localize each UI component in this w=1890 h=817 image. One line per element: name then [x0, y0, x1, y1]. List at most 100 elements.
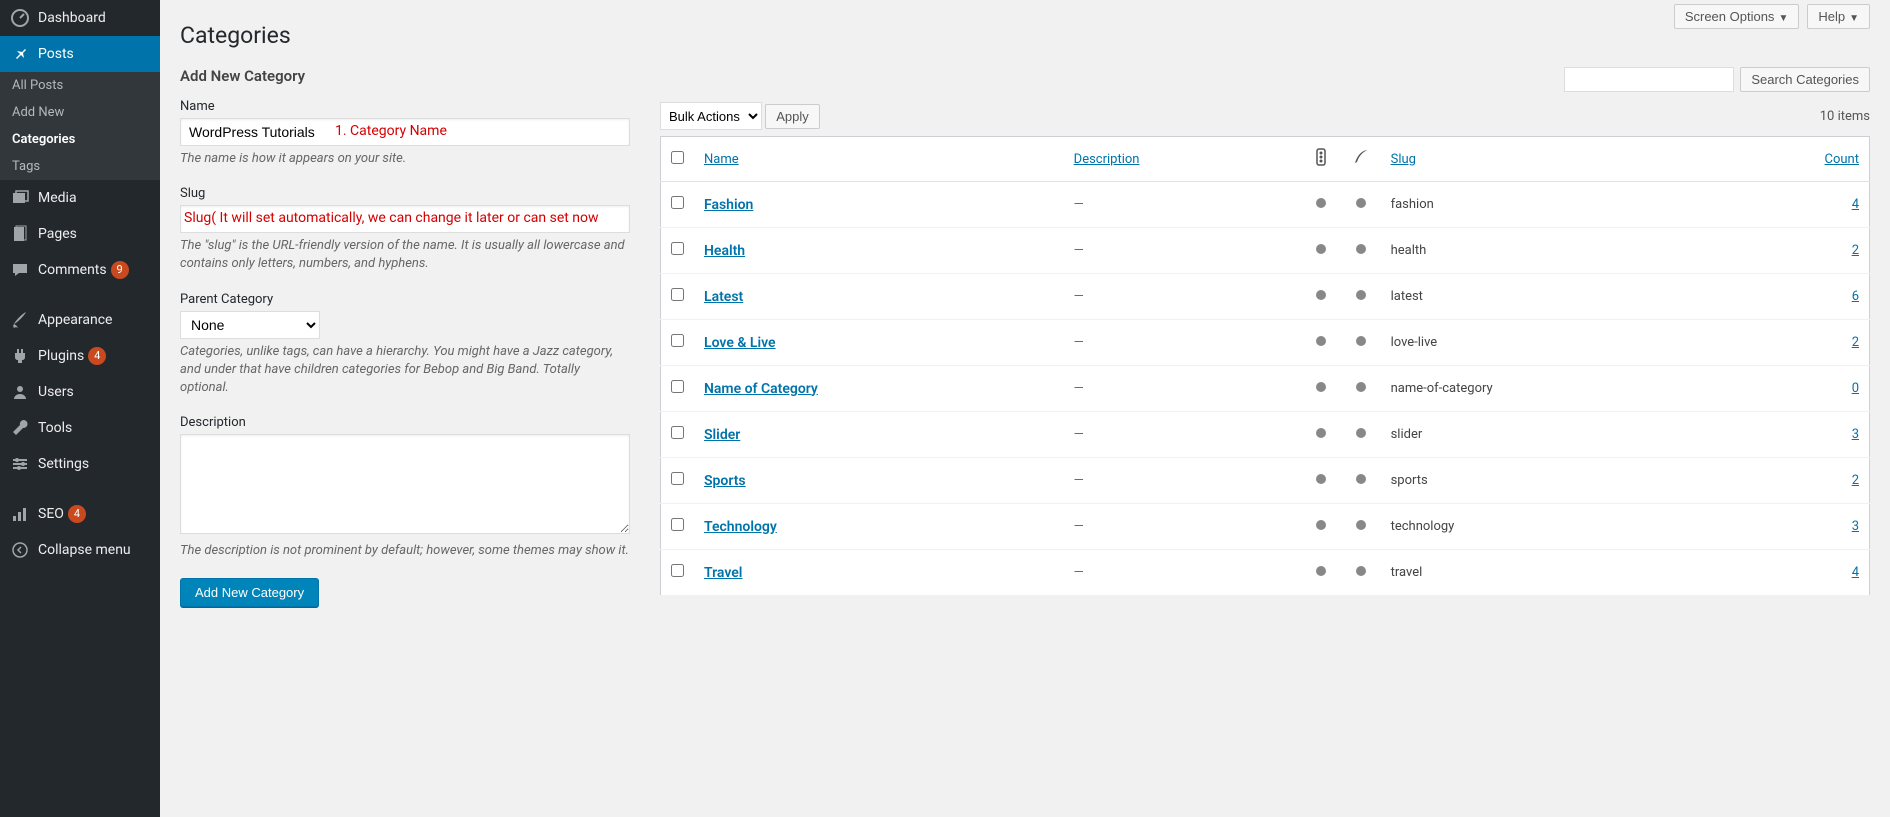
sidebar-label: Comments — [38, 262, 107, 278]
status-dot — [1356, 198, 1366, 208]
parent-select[interactable]: None — [180, 311, 320, 339]
sidebar-label: Tools — [38, 420, 72, 436]
category-slug: name-of-category — [1381, 366, 1718, 412]
sidebar-label: Users — [38, 384, 74, 400]
sidebar-sub-tags[interactable]: Tags — [0, 153, 160, 180]
category-slug: technology — [1381, 504, 1718, 550]
status-dot — [1356, 428, 1366, 438]
chevron-down-icon: ▼ — [1778, 13, 1788, 24]
brush-icon — [10, 310, 30, 330]
category-count-link[interactable]: 6 — [1852, 289, 1859, 304]
sidebar-item-appearance[interactable]: Appearance — [0, 302, 160, 338]
sidebar-sub-categories[interactable]: Categories — [0, 126, 160, 153]
category-slug: love-live — [1381, 320, 1718, 366]
category-count-link[interactable]: 4 — [1852, 197, 1859, 212]
slug-input[interactable] — [180, 205, 630, 233]
category-slug: latest — [1381, 274, 1718, 320]
table-row: Name of Category — name-of-category 0 — [661, 366, 1870, 412]
category-name-link[interactable]: Health — [704, 243, 745, 259]
row-checkbox[interactable] — [671, 334, 684, 347]
status-dot — [1316, 382, 1326, 392]
status-dot — [1356, 244, 1366, 254]
status-dot — [1356, 382, 1366, 392]
sidebar-item-comments[interactable]: Comments 9 — [0, 252, 160, 288]
category-count-link[interactable]: 0 — [1852, 381, 1859, 396]
category-count-link[interactable]: 3 — [1852, 519, 1859, 534]
row-checkbox[interactable] — [671, 564, 684, 577]
status-dot — [1316, 520, 1326, 530]
sidebar-item-collapse[interactable]: Collapse menu — [0, 532, 160, 568]
category-name-link[interactable]: Travel — [704, 565, 742, 581]
select-all-checkbox[interactable] — [671, 151, 684, 164]
status-dot — [1316, 290, 1326, 300]
sidebar-item-pages[interactable]: Pages — [0, 216, 160, 252]
category-name-link[interactable]: Love & Live — [704, 335, 776, 351]
col-count[interactable]: Count — [1825, 152, 1859, 167]
slug-description: The "slug" is the URL-friendly version o… — [180, 237, 630, 273]
categories-table: Name Description Slug Count Fashion — fash… — [660, 136, 1870, 596]
sidebar-item-settings[interactable]: Settings — [0, 446, 160, 482]
status-dot — [1316, 244, 1326, 254]
table-row: Latest — latest 6 — [661, 274, 1870, 320]
items-count: 10 items — [1820, 109, 1870, 124]
category-name-link[interactable]: Technology — [704, 519, 777, 535]
search-input[interactable] — [1564, 67, 1734, 92]
sidebar-item-media[interactable]: Media — [0, 180, 160, 216]
status-dot — [1316, 428, 1326, 438]
sidebar-sub-all-posts[interactable]: All Posts — [0, 72, 160, 99]
sidebar-item-plugins[interactable]: Plugins 4 — [0, 338, 160, 374]
row-checkbox[interactable] — [671, 518, 684, 531]
apply-button[interactable]: Apply — [765, 104, 820, 129]
row-checkbox[interactable] — [671, 288, 684, 301]
help-button[interactable]: Help▼ — [1807, 4, 1870, 29]
category-description: — — [1074, 289, 1084, 304]
sidebar-label: Posts — [38, 46, 74, 62]
category-slug: fashion — [1381, 182, 1718, 228]
sidebar-item-tools[interactable]: Tools — [0, 410, 160, 446]
sidebar-item-seo[interactable]: SEO 4 — [0, 496, 160, 532]
category-slug: sports — [1381, 458, 1718, 504]
category-name-link[interactable]: Name of Category — [704, 381, 818, 397]
row-checkbox[interactable] — [671, 472, 684, 485]
sidebar-sub-add-new[interactable]: Add New — [0, 99, 160, 126]
description-textarea[interactable] — [180, 434, 630, 534]
sidebar-label: SEO — [38, 506, 64, 522]
category-count-link[interactable]: 2 — [1852, 335, 1859, 350]
category-name-link[interactable]: Fashion — [704, 197, 753, 213]
category-count-link[interactable]: 4 — [1852, 565, 1859, 580]
category-name-link[interactable]: Latest — [704, 289, 743, 305]
row-checkbox[interactable] — [671, 426, 684, 439]
category-name-link[interactable]: Slider — [704, 427, 740, 443]
table-row: Sports—sports2 — [661, 458, 1870, 504]
col-name[interactable]: Name — [704, 152, 739, 167]
category-description: — — [1074, 381, 1084, 396]
categories-list-panel: Search Categories Bulk Actions Apply 10 … — [660, 67, 1870, 607]
table-row: Love & Live — love-live 2 — [661, 320, 1870, 366]
search-button[interactable]: Search Categories — [1740, 67, 1870, 92]
category-count-link[interactable]: 2 — [1852, 473, 1859, 488]
sidebar-item-users[interactable]: Users — [0, 374, 160, 410]
status-dot — [1356, 290, 1366, 300]
description-description: The description is not prominent by defa… — [180, 542, 630, 560]
page-title: Categories — [180, 10, 1870, 67]
sidebar-item-dashboard[interactable]: Dashboard — [0, 0, 160, 36]
form-heading: Add New Category — [180, 67, 630, 85]
name-label: Name — [180, 99, 630, 114]
category-name-link[interactable]: Sports — [704, 473, 746, 489]
sidebar-item-posts[interactable]: Posts — [0, 36, 160, 72]
col-description[interactable]: Description — [1074, 152, 1140, 167]
bulk-actions-select[interactable]: Bulk Actions — [660, 102, 762, 130]
category-description: — — [1074, 335, 1084, 350]
add-category-button[interactable]: Add New Category — [180, 578, 319, 607]
main-content: Screen Options▼ Help▼ Categories Add New… — [160, 0, 1890, 817]
screen-options-button[interactable]: Screen Options▼ — [1674, 4, 1800, 29]
name-input[interactable] — [180, 118, 630, 146]
row-checkbox[interactable] — [671, 380, 684, 393]
category-count-link[interactable]: 2 — [1852, 243, 1859, 258]
category-count-link[interactable]: 3 — [1852, 427, 1859, 442]
sliders-icon — [10, 454, 30, 474]
row-checkbox[interactable] — [671, 242, 684, 255]
table-row: Health—health2 — [661, 228, 1870, 274]
row-checkbox[interactable] — [671, 196, 684, 209]
col-slug[interactable]: Slug — [1391, 152, 1416, 167]
